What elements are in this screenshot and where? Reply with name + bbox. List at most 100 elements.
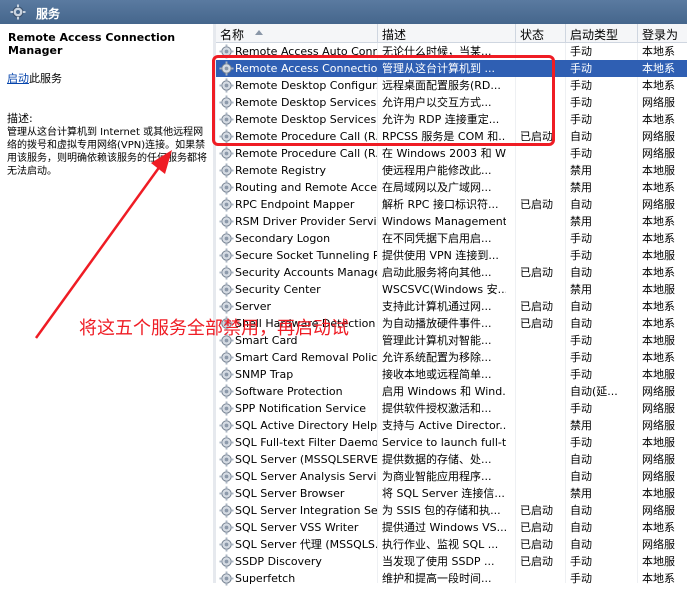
service-gear-icon <box>219 486 234 501</box>
service-description-cell: 接收本地或远程简单... <box>382 368 492 381</box>
service-logon-cell: 本地系 <box>642 317 675 330</box>
service-row[interactable]: SNMP Trap 接收本地或远程简单... 手动 本地服 <box>216 366 687 383</box>
service-name-cell: SQL Full-text Filter Daemo... <box>235 436 377 449</box>
service-startup-type-cell: 自动 <box>570 521 592 534</box>
service-description-cell: 支持与 Active Director... <box>382 419 506 432</box>
service-row[interactable]: Secure Socket Tunneling P... 提供使用 VPN 连接到… <box>216 247 687 264</box>
service-logon-cell: 本地系 <box>642 113 675 126</box>
service-row[interactable]: SQL Server Browser 将 SQL Server 连接信... 禁用 本… <box>216 485 687 502</box>
service-startup-type-cell: 禁用 <box>570 164 592 177</box>
service-status-cell: 已启动 <box>520 317 553 330</box>
description-label: 描述: <box>7 112 33 125</box>
service-row[interactable]: RSM Driver Provider Service Windows Manag… <box>216 213 687 230</box>
service-gear-icon <box>219 537 234 552</box>
service-row[interactable]: SSDP Discovery 当发现了使用 SSDP ... 已启动 手动 本地服 <box>216 553 687 570</box>
service-startup-type-cell: 手动 <box>570 555 592 568</box>
service-row[interactable]: SQL Server (MSSQLSERVER) 提供数据的存储、处... 自动 网络… <box>216 451 687 468</box>
service-row[interactable]: SPP Notification Service 提供软件授权激活和... 手动 网络… <box>216 400 687 417</box>
service-row[interactable]: SQL Server 代理 (MSSQLS... 执行作业、监视 SQL ... 已… <box>216 536 687 553</box>
service-row[interactable]: SQL Server Integration Se... 为 SSIS 包的存储和… <box>216 502 687 519</box>
service-row[interactable]: Secondary Logon 在不同凭据下启用启... 手动 本地系 <box>216 230 687 247</box>
service-startup-type-cell: 禁用 <box>570 283 592 296</box>
service-startup-type-cell: 手动 <box>570 113 592 126</box>
start-service-link[interactable]: 启动 <box>7 72 29 85</box>
service-status-cell: 已启动 <box>520 521 553 534</box>
service-row[interactable]: Remote Procedure Call (R... 在 Windows 200… <box>216 145 687 162</box>
service-startup-type-cell: 自动 <box>570 317 592 330</box>
service-startup-type-cell: 手动 <box>570 351 592 364</box>
service-description-cell: 为 SSIS 包的存储和执... <box>382 504 501 517</box>
service-logon-cell: 网络服 <box>642 385 675 398</box>
service-row[interactable]: SQL Server Analysis Servi... 为商业智能应用程序...… <box>216 468 687 485</box>
service-name-cell: Remote Procedure Call (R... <box>235 147 377 160</box>
service-logon-cell: 网络服 <box>642 504 675 517</box>
service-logon-cell: 本地系 <box>642 62 675 75</box>
service-name-cell: Remote Registry <box>235 164 326 177</box>
service-row[interactable]: RPC Endpoint Mapper 解析 RPC 接口标识符... 已启动 自动 网… <box>216 196 687 213</box>
service-startup-type-cell: 禁用 <box>570 215 592 228</box>
service-status-cell: 已启动 <box>520 504 553 517</box>
service-gear-icon <box>219 469 234 484</box>
service-startup-type-cell: 手动 <box>570 368 592 381</box>
service-startup-type-cell: 手动 <box>570 334 592 347</box>
service-startup-type-cell: 自动 <box>570 470 592 483</box>
service-name-cell: Security Accounts Manager <box>235 266 377 279</box>
service-startup-type-cell: 手动 <box>570 147 592 160</box>
service-description-cell: 为自动播放硬件事件... <box>382 317 492 330</box>
service-status-cell <box>520 419 564 433</box>
service-row[interactable]: Security Accounts Manager 启动此服务将向其他... 已启动… <box>216 264 687 281</box>
service-name-cell: SQL Server Integration Se... <box>235 504 377 517</box>
service-gear-icon <box>219 367 234 382</box>
column-header-logon-as[interactable]: 登录为 <box>642 26 687 41</box>
service-name-cell: Security Center <box>235 283 321 296</box>
service-description-cell: 在局域网以及广域网... <box>382 181 492 194</box>
service-description-cell: 在 Windows 2003 和 W... <box>382 147 506 160</box>
service-logon-cell: 本地系 <box>642 79 675 92</box>
service-name-cell: SNMP Trap <box>235 368 294 381</box>
service-description-cell: 在不同凭据下启用启... <box>382 232 492 245</box>
service-row[interactable]: Superfetch 维护和提高一段时间... 手动 本地系 <box>216 570 687 587</box>
service-logon-cell: 本地服 <box>642 249 675 262</box>
service-startup-type-cell: 自动 <box>570 453 592 466</box>
service-logon-cell: 本地系 <box>642 572 675 585</box>
column-header-description[interactable]: 描述 <box>382 26 506 41</box>
service-name-cell: RPC Endpoint Mapper <box>235 198 355 211</box>
service-description-cell: 为商业智能应用程序... <box>382 470 492 483</box>
service-name-cell: Software Protection <box>235 385 343 398</box>
gear-icon <box>10 4 26 20</box>
service-logon-cell: 本地系 <box>642 232 675 245</box>
service-status-cell <box>520 215 564 229</box>
service-detail-pane: Remote Access Connection Manager 启动此服务 描… <box>0 24 213 583</box>
service-row[interactable]: Routing and Remote Access 在局域网以及广域网... 禁用 本… <box>216 179 687 196</box>
service-startup-type-cell: 禁用 <box>570 419 592 432</box>
column-header-name[interactable]: 名称 <box>220 26 370 41</box>
service-status-cell <box>520 232 564 246</box>
service-row[interactable]: Server 支持此计算机通过网... 已启动 自动 本地系 <box>216 298 687 315</box>
column-header-startup-type[interactable]: 启动类型 <box>570 26 636 41</box>
service-status-cell <box>520 164 564 178</box>
service-startup-type-cell: 手动 <box>570 249 592 262</box>
service-name-cell: SQL Server VSS Writer <box>235 521 359 534</box>
service-row[interactable]: Smart Card Removal Policy 允许系统配置为移除... 手动 本… <box>216 349 687 366</box>
service-logon-cell: 本地系 <box>642 45 675 58</box>
service-logon-cell: 网络服 <box>642 470 675 483</box>
service-status-cell <box>520 147 564 161</box>
service-row[interactable]: SQL Full-text Filter Daemo... Service to … <box>216 434 687 451</box>
service-row[interactable]: Software Protection 启用 Windows 和 Wind... 自… <box>216 383 687 400</box>
service-status-cell: 已启动 <box>520 538 553 551</box>
service-row[interactable]: SQL Server VSS Writer 提供通过 Windows VS... 已… <box>216 519 687 536</box>
service-gear-icon <box>219 248 234 263</box>
selected-service-name: Remote Access Connection Manager <box>8 31 176 57</box>
service-row[interactable]: SQL Active Directory Help... 支持与 Active D… <box>216 417 687 434</box>
service-description: 管理从这台计算机到 Internet 或其他远程网络的拨号和虚拟专用网络(VPN… <box>7 127 207 177</box>
service-description-cell: 提供数据的存储、处... <box>382 453 492 466</box>
service-row[interactable]: Security Center WSCSVC(Windows 安... 禁用 本地服 <box>216 281 687 298</box>
service-status-cell <box>520 453 564 467</box>
service-row[interactable]: Remote Registry 使远程用户能修改此... 禁用 本地服 <box>216 162 687 179</box>
service-name-cell: Superfetch <box>235 572 296 585</box>
service-description-cell: 启用 Windows 和 Wind... <box>382 385 506 398</box>
column-header-status[interactable]: 状态 <box>520 26 564 41</box>
service-startup-type-cell: 禁用 <box>570 181 592 194</box>
service-status-cell <box>520 283 564 297</box>
service-startup-type-cell: 手动 <box>570 96 592 109</box>
